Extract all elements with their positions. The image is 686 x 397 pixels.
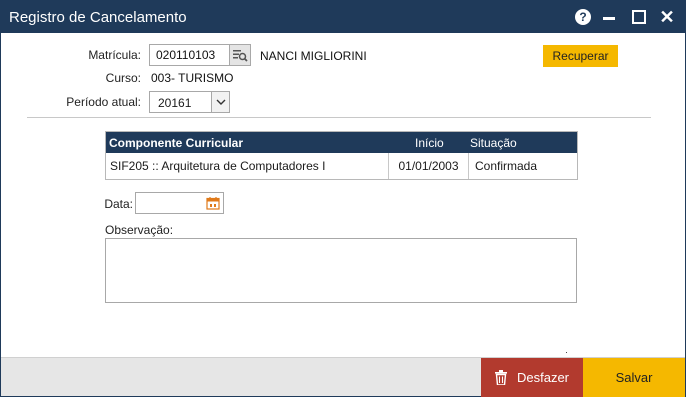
matricula-label: Matrícula: [88,48,141,62]
cancel-registration-window: Registro de Cancelamento ? ✕ Matrícula: … [0,0,686,397]
data-input[interactable] [135,192,224,214]
calendar-icon[interactable] [206,196,220,210]
window-title: Registro de Cancelamento [9,9,187,26]
periodo-label: Período atual: [66,95,141,109]
curricular-components-table: Componente Curricular Início Situação SI… [105,131,578,180]
title-bar: Registro de Cancelamento ? ✕ [1,1,685,33]
desfazer-button[interactable]: Desfazer [481,358,583,397]
trash-icon [494,370,507,385]
data-label: Data: [104,197,133,211]
table-header: Componente Curricular Início Situação [106,132,577,153]
maximize-icon[interactable] [629,7,649,27]
periodo-value: 20161 [158,96,192,110]
cell-inicio: 01/01/2003 [388,153,468,179]
recuperar-button[interactable]: Recuperar [543,45,618,67]
desfazer-label: Desfazer [516,370,570,385]
observacao-label: Observação: [105,223,174,237]
table-row[interactable]: SIF205 :: Arquitetura de Computadores I … [106,153,577,179]
cell-componente: SIF205 :: Arquitetura de Computadores I [110,159,326,173]
student-lookup-button[interactable] [229,44,251,66]
salvar-label: Salvar [615,370,653,385]
header-componente: Componente Curricular [109,136,244,150]
cell-situacao: Confirmada [468,153,578,179]
decorative-dot [566,352,567,353]
observacao-textarea[interactable] [105,238,577,303]
divider [27,117,651,118]
header-inicio: Início [415,136,444,150]
header-situacao: Situação [470,136,517,150]
minimize-icon[interactable] [599,7,619,27]
matricula-input[interactable]: 020110103 [149,44,230,66]
student-name: NANCI MIGLIORINI [260,49,367,63]
periodo-select[interactable]: 20161 [149,91,230,113]
chevron-down-icon[interactable] [211,92,229,112]
footer-bar: Desfazer Salvar [1,357,685,397]
search-list-icon [233,50,248,62]
curso-value: 003- TURISMO [151,71,234,85]
curso-label: Curso: [105,71,141,85]
salvar-button[interactable]: Salvar [583,358,685,397]
help-icon[interactable]: ? [573,7,593,27]
close-icon[interactable]: ✕ [657,7,677,27]
